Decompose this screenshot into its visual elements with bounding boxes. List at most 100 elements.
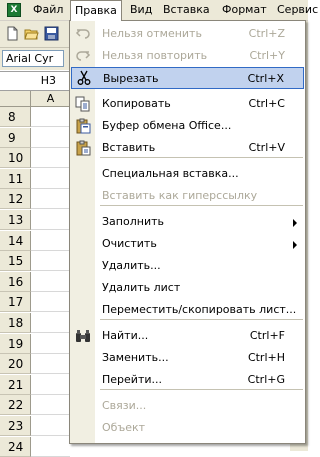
menu-edit[interactable]: Правка <box>70 0 122 21</box>
row-header[interactable]: 24 <box>0 436 31 457</box>
menu-item-shortcut: Ctrl+V <box>248 141 285 154</box>
row-header[interactable]: 17 <box>0 292 31 313</box>
menu-insert[interactable]: Вставка <box>163 0 210 20</box>
cell[interactable] <box>31 148 70 169</box>
cell[interactable] <box>31 375 70 395</box>
menu-item-label: Заполнить <box>102 215 164 228</box>
menu-item-move-copy-sheet[interactable]: Переместить/скопировать лист... <box>70 299 305 321</box>
menu-item-label: Объект <box>102 421 146 434</box>
cell[interactable] <box>31 437 70 457</box>
cell[interactable] <box>31 395 70 416</box>
clipboard-icon <box>76 118 91 134</box>
menu-item-goto[interactable]: Перейти... Ctrl+G <box>70 369 305 391</box>
menu-item-object[interactable]: Объект <box>70 417 305 439</box>
menu-item-paste-special[interactable]: Специальная вставка... <box>70 163 305 185</box>
row-header[interactable]: 22 <box>0 395 31 416</box>
menu-item-label: Вырезать <box>103 72 159 85</box>
cell[interactable] <box>31 272 70 292</box>
worksheet-row: 18 <box>0 313 70 333</box>
worksheet-row: 16 <box>0 271 70 292</box>
row-header[interactable]: 9 <box>0 127 31 148</box>
cell[interactable] <box>31 169 70 189</box>
column-header-a[interactable]: A <box>31 91 70 107</box>
menu-item-delete-sheet[interactable]: Удалить лист <box>70 277 305 299</box>
row-header[interactable]: 20 <box>0 354 31 375</box>
cell[interactable] <box>31 416 70 436</box>
font-name-box[interactable]: Arial Cyr <box>2 50 64 67</box>
menu-item-paste-hyperlink[interactable]: Вставить как гиперссылку <box>70 185 305 207</box>
menu-item-delete[interactable]: Удалить... <box>70 255 305 277</box>
cell[interactable] <box>31 292 70 313</box>
cell[interactable] <box>31 189 70 210</box>
cell[interactable] <box>31 334 70 354</box>
row-header[interactable]: 11 <box>0 168 31 189</box>
worksheet-row: 15 <box>0 251 70 272</box>
menu-tools[interactable]: Сервис <box>277 0 318 20</box>
undo-icon <box>75 29 90 39</box>
row-header[interactable]: 14 <box>0 230 31 251</box>
cell[interactable] <box>31 210 70 230</box>
worksheet-row: 12 <box>0 189 70 210</box>
menu-item-label: Перейти... <box>102 373 162 386</box>
menu-item-cut[interactable]: Вырезать Ctrl+X <box>71 67 304 89</box>
row-header[interactable]: 15 <box>0 251 31 272</box>
menu-item-label: Очистить <box>102 237 157 250</box>
menu-item-fill[interactable]: Заполнить <box>70 211 305 233</box>
worksheet-row: 13 <box>0 210 70 230</box>
menu-item-replace[interactable]: Заменить... Ctrl+H <box>70 347 305 369</box>
menu-item-label: Удалить... <box>102 259 161 272</box>
worksheet-row: 20 <box>0 354 70 375</box>
cell[interactable] <box>31 107 70 127</box>
menu-item-shortcut: Ctrl+C <box>248 97 285 110</box>
worksheet-row: 17 <box>0 292 70 313</box>
worksheet-row: 19 <box>0 333 70 354</box>
row-header[interactable]: 10 <box>0 148 31 169</box>
menu-item-label: Заменить... <box>102 351 169 364</box>
menu-item-office-clipboard[interactable]: Буфер обмена Office... <box>70 115 305 137</box>
edit-menu-dropdown: Нельзя отменить Ctrl+Z Нельзя повторить Ctr… <box>69 20 306 444</box>
select-all-corner[interactable] <box>0 91 31 107</box>
menu-file[interactable]: Файл <box>33 0 63 20</box>
worksheet-row: 11 <box>0 168 70 189</box>
open-folder-icon[interactable] <box>24 26 39 41</box>
menu-item-links[interactable]: Связи... <box>70 395 305 417</box>
cell[interactable] <box>31 231 70 251</box>
worksheet-row: 21 <box>0 374 70 395</box>
cell[interactable] <box>31 251 70 272</box>
row-header[interactable]: 8 <box>0 107 31 127</box>
cell[interactable] <box>31 354 70 375</box>
menu-item-label: Копировать <box>102 97 171 110</box>
worksheet-grid: A 8 9 10 11 12 13 14 15 16 17 18 19 20 21 22 23 24 <box>0 91 70 457</box>
menu-bar: X Файл Правка Вид Вставка Формат Сервис <box>0 0 318 21</box>
row-header[interactable]: 21 <box>0 374 31 395</box>
redo-icon <box>76 51 91 61</box>
save-icon[interactable] <box>44 26 59 41</box>
binoculars-icon <box>76 330 90 342</box>
menu-item-shortcut: Ctrl+F <box>249 329 285 342</box>
cell[interactable] <box>31 128 70 148</box>
row-header[interactable]: 23 <box>0 416 31 436</box>
menu-item-paste[interactable]: Вставить Ctrl+V <box>70 137 305 159</box>
menu-item-label: Связи... <box>102 399 147 412</box>
worksheet-row: 14 <box>0 230 70 251</box>
menu-item-undo[interactable]: Нельзя отменить Ctrl+Z <box>70 23 305 45</box>
row-header[interactable]: 12 <box>0 189 31 210</box>
new-document-icon[interactable] <box>5 26 20 41</box>
submenu-arrow-icon <box>293 219 297 227</box>
name-box[interactable]: H3 <box>0 71 70 91</box>
menu-item-label: Специальная вставка... <box>102 167 239 180</box>
row-header[interactable]: 19 <box>0 333 31 354</box>
row-header[interactable]: 18 <box>0 313 31 333</box>
cell[interactable] <box>31 313 70 333</box>
row-header[interactable]: 13 <box>0 210 31 230</box>
menu-item-clear[interactable]: Очистить <box>70 233 305 255</box>
worksheet-row: 23 <box>0 416 70 436</box>
excel-app-icon[interactable]: X <box>7 3 21 17</box>
menu-view[interactable]: Вид <box>130 0 152 20</box>
menu-item-label: Нельзя повторить <box>102 49 208 62</box>
menu-format[interactable]: Формат <box>222 0 267 20</box>
menu-item-copy[interactable]: Копировать Ctrl+C <box>70 93 305 115</box>
menu-item-find[interactable]: Найти... Ctrl+F <box>70 325 305 347</box>
row-header[interactable]: 16 <box>0 271 31 292</box>
menu-item-redo[interactable]: Нельзя повторить Ctrl+Y <box>70 45 305 67</box>
